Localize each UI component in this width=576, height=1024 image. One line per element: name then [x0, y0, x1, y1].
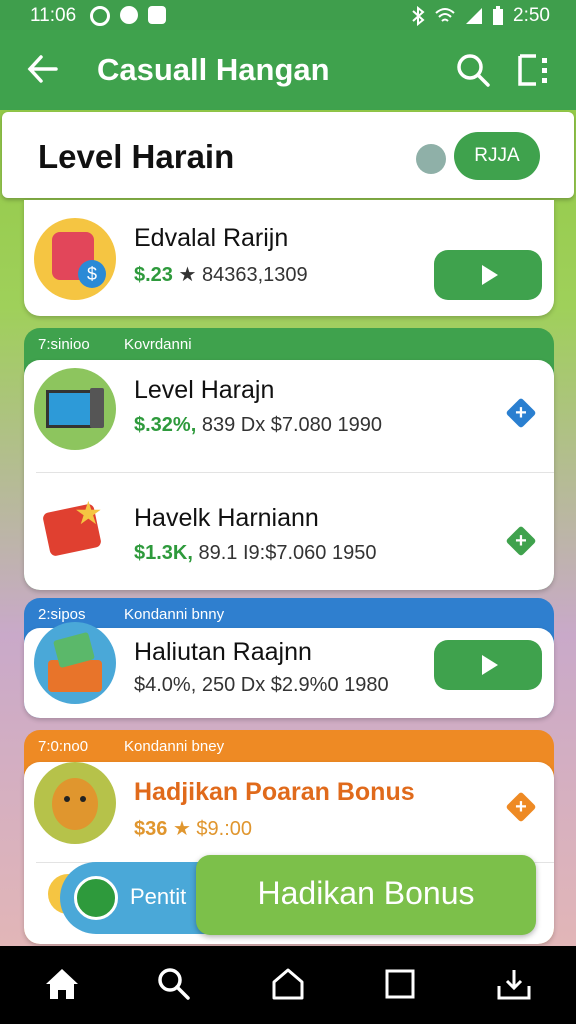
house-outline-icon[interactable]	[270, 966, 306, 1002]
row-subtitle: $.32%, 839 Dx $7.080 1990	[134, 414, 382, 437]
gift-bag-icon: $	[34, 218, 116, 300]
bluetooth-icon	[412, 6, 425, 26]
status-time: 11:06	[30, 5, 77, 26]
row-price: $.32%,	[134, 414, 197, 436]
offer-title: Edvalal Rarijn	[134, 224, 289, 252]
row-detail: 250 Dx $2.9%0 1980	[201, 674, 389, 696]
row-title: Havelk Harniann	[134, 504, 319, 532]
group-label-left: 2:sipos	[38, 606, 86, 623]
group-label-right: Kondanni bney	[124, 738, 225, 755]
heart-notification-icon	[120, 6, 138, 24]
square-icon[interactable]	[382, 966, 418, 1002]
play-button[interactable]	[434, 640, 542, 690]
row-title: Level Harajn	[134, 376, 275, 404]
page-title: Level Harain	[38, 138, 235, 175]
offer-group-2: 2:sipos Kondanni bnny Haliutan Raajnn $4…	[24, 598, 554, 718]
arrow-left-icon[interactable]	[26, 52, 60, 86]
app-title: Casuall Hangan	[97, 52, 330, 87]
row-detail: 839 Dx $7.080 1990	[201, 414, 382, 436]
search-icon[interactable]	[156, 966, 192, 1002]
row-detail: ★ $9.:00	[172, 818, 253, 840]
bottom-nav-bar	[0, 946, 576, 1024]
row-price: $36	[134, 818, 168, 840]
group-label-left: 7:0:no0	[38, 738, 89, 755]
group-label-right: Kovrdanni	[124, 336, 192, 353]
app-notification-icon	[90, 6, 110, 26]
row-detail: 89.1 I9:$7.060 1950	[198, 542, 377, 564]
add-icon[interactable]: +	[505, 525, 537, 557]
row-subtitle: $1.3K, 89.1 I9:$7.060 1950	[134, 542, 376, 565]
status-time-secondary: 2:50	[513, 5, 550, 26]
bear-mascot-icon	[34, 762, 116, 844]
add-icon[interactable]: +	[505, 397, 537, 429]
group-header: 7:sinioo Kovrdanni	[24, 328, 554, 360]
message-notification-icon	[148, 6, 166, 24]
computer-icon	[34, 368, 116, 450]
level-header: Level Harain RJJA	[2, 112, 574, 198]
group-card: Haliutan Raajnn $4.0%, 250 Dx $2.9%0 198…	[24, 622, 554, 718]
divider	[36, 472, 554, 473]
search-icon[interactable]	[455, 52, 491, 88]
pentit-label: Pentit	[130, 884, 187, 909]
offer-group-1: 7:sinioo Kovrdanni Level Harajn $.32%, 8…	[24, 328, 554, 590]
home-icon[interactable]	[44, 966, 80, 1002]
profile-icon[interactable]	[416, 144, 446, 174]
group-card: Level Harajn $.32%, 839 Dx $7.080 1990 +…	[24, 360, 554, 590]
row-title: Haliutan Raajnn	[134, 638, 312, 666]
download-icon[interactable]	[496, 966, 532, 1002]
header-action-button[interactable]: RJJA	[454, 132, 540, 180]
offer-subtitle: $.23 ★ 84363,1309	[134, 262, 308, 287]
group-label-left: 7:sinioo	[38, 336, 90, 353]
app-bar: Casuall Hangan	[0, 30, 576, 110]
top-offer-card[interactable]: $ Edvalal Rarijn $.23 ★ 84363,1309	[24, 200, 554, 316]
battery-icon	[493, 6, 503, 25]
signal-icon	[466, 8, 482, 24]
group-header: 7:0:no0 Kondanni bney	[24, 730, 554, 762]
offer-price: $.23	[134, 264, 173, 286]
leaf-icon	[74, 876, 118, 920]
bonus-button[interactable]: Hadikan Bonus	[196, 855, 536, 935]
more-menu-icon[interactable]	[516, 52, 552, 88]
row-price: $1.3K,	[134, 542, 193, 564]
group-header: 2:sipos Kondanni bnny	[24, 598, 554, 630]
play-button[interactable]	[434, 250, 542, 300]
row-subtitle: $36 ★ $9.:00	[134, 816, 252, 841]
bonus-label: Hadikan Bonus	[257, 875, 475, 911]
star-wallet-icon: ★	[34, 486, 116, 568]
basket-icon	[34, 622, 116, 704]
add-icon[interactable]: +	[505, 791, 537, 823]
group-label-right: Kondanni bnny	[124, 606, 225, 623]
status-bar: 11:06 2:50	[0, 0, 576, 30]
wifi-icon	[435, 8, 455, 22]
row-subtitle: $4.0%, 250 Dx $2.9%0 1980	[134, 674, 389, 697]
offer-detail: ★ 84363,1309	[178, 264, 308, 286]
row-price: $4.0%,	[134, 674, 197, 696]
row-title: Hadjikan Poaran Bonus	[134, 778, 415, 806]
